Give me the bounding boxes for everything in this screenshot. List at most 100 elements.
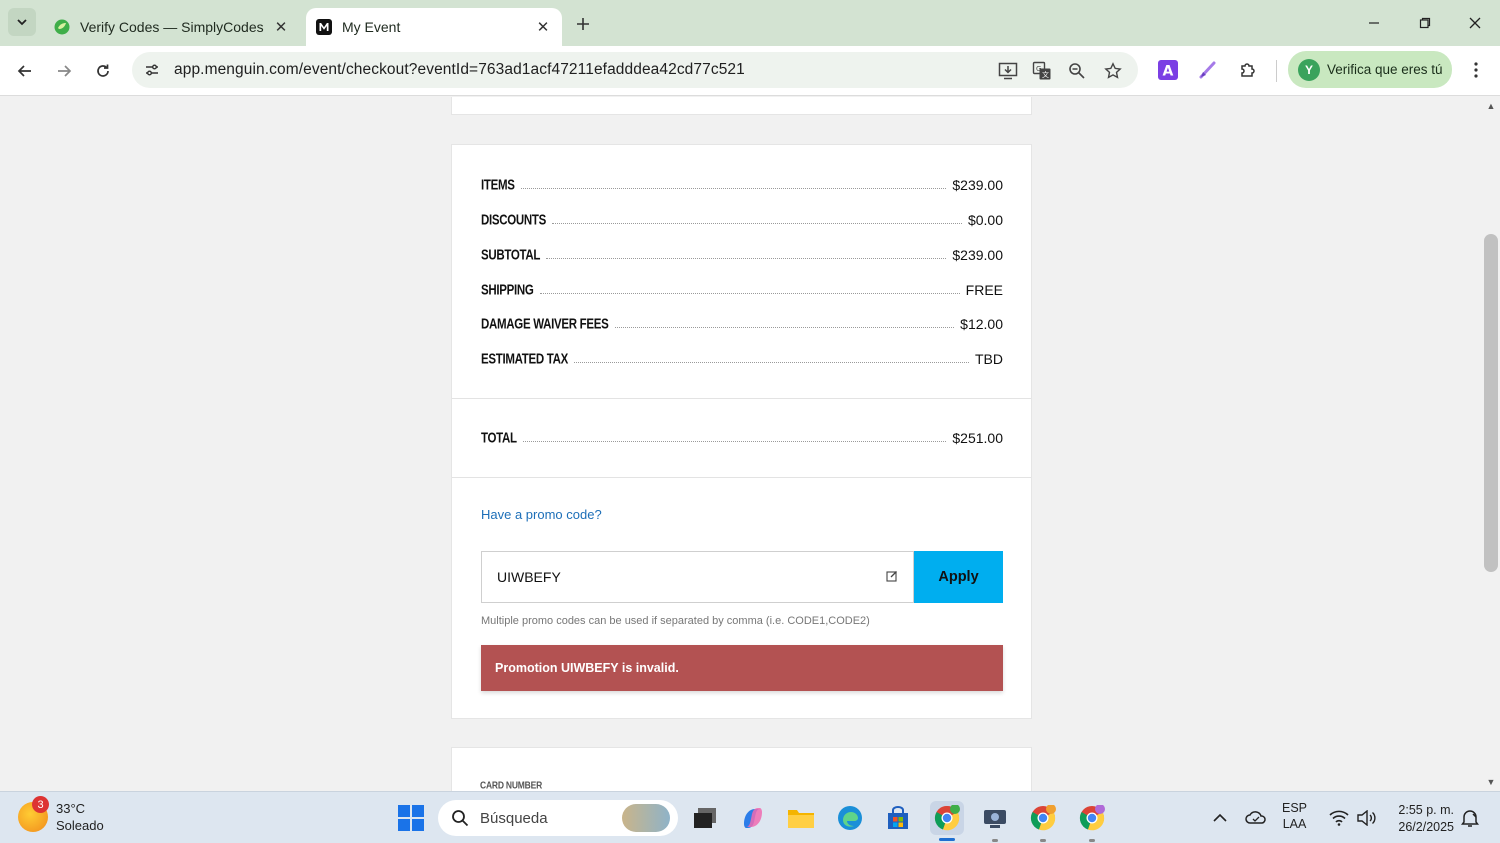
profile-button[interactable]: Y Verifica que eres tú [1288,51,1452,88]
edit-icon [885,569,899,583]
summary-row-discounts: Discounts $0.00 [481,208,1003,228]
weather-widget[interactable]: 3 33°C Soleado [18,796,104,834]
scrollbar-thumb[interactable] [1484,234,1498,572]
summary-label: Items [481,178,515,193]
search-icon [450,808,470,828]
browser-tab-strip: Verify Codes — SimplyCodes ✕ My Event ✕ [0,0,1500,46]
translate-icon[interactable]: G文 [1030,59,1054,83]
language-code: ESP [1282,801,1308,815]
back-button[interactable] [10,56,40,86]
close-icon [1469,17,1481,29]
promo-helper-text: Multiple promo codes can be used if sepa… [481,615,870,627]
running-app-indicator [992,839,998,842]
show-hidden-icons-chevron-up-icon[interactable] [1203,801,1237,835]
edge-icon[interactable] [833,801,867,835]
total-value: $251.00 [952,430,1003,446]
install-app-icon[interactable] [996,59,1020,83]
dotted-leader [539,293,960,294]
chrome-profile-3-icon[interactable] [1075,801,1109,835]
restore-icon [1419,17,1431,29]
arrow-left-icon [17,65,31,77]
tab-title: My Event [342,19,401,35]
card-number-label: Card Number [480,779,543,791]
promo-code-link[interactable]: Have a promo code? [481,507,602,522]
dotted-leader [522,441,947,442]
promo-code-value: UIWBEFY [497,569,561,585]
restore-button[interactable] [1410,8,1440,38]
scroll-up-icon[interactable]: ▲ [1484,99,1498,113]
search-highlight-image [622,804,670,832]
new-tab-button[interactable] [570,11,596,37]
plus-icon [577,18,589,30]
simplycodes-leaf-icon [54,19,70,35]
total-label: Total [481,431,517,446]
tab-search-button[interactable] [8,8,36,36]
language-indicator[interactable]: ESP LAA [1282,800,1307,832]
microsoft-store-icon[interactable] [881,801,915,835]
summary-row-estimated-tax: Estimated Tax TBD [481,347,1003,367]
bookmark-star-icon[interactable] [1101,59,1125,83]
chrome-profile-1-icon[interactable] [930,801,964,835]
running-app-indicator [1089,839,1095,842]
notification-badge: 3 [32,796,49,813]
promo-code-input[interactable]: UIWBEFY [481,551,914,603]
order-summary-card: Items $239.00 Discounts $0.00 Subtotal $… [451,144,1032,719]
chrome-profile-2-icon[interactable] [1026,801,1060,835]
summary-value: $0.00 [967,212,1003,228]
profile-label: Verifica que eres tú [1327,62,1443,77]
file-explorer-icon[interactable] [784,801,818,835]
profile-avatar: Y [1298,58,1320,81]
sun-icon: 3 [18,796,49,832]
volume-icon[interactable] [1349,801,1383,835]
dotted-leader [614,327,955,328]
site-settings-icon[interactable] [134,52,170,88]
copilot-icon[interactable] [736,801,770,835]
remote-app-icon[interactable] [978,801,1012,835]
tab-my-event[interactable]: My Event ✕ [306,8,562,46]
dotted-leader [520,188,947,189]
summary-value: $239.00 [952,247,1003,263]
address-bar[interactable]: app.menguin.com/event/checkout?eventId=7… [132,52,1138,88]
svg-text:G: G [1036,65,1041,73]
forward-button[interactable] [49,56,79,86]
summary-label: Estimated Tax [481,352,569,367]
active-app-indicator [939,838,955,841]
browser-menu-button[interactable] [1464,57,1488,83]
task-view-icon[interactable] [688,801,722,835]
close-window-button[interactable] [1460,8,1490,38]
summary-row-total: Total $251.00 [481,426,1003,446]
svg-text:文: 文 [1042,70,1049,79]
taskbar-clock[interactable]: 2:55 p. m. 26/2/2025 [1390,802,1454,836]
summary-value: $239.00 [952,177,1003,193]
summary-value: FREE [965,282,1003,298]
url-text[interactable]: app.menguin.com/event/checkout?eventId=7… [174,61,745,79]
start-button[interactable] [394,801,428,835]
summary-row-damage-waiver: Damage Waiver Fees $12.00 [481,312,1003,332]
windows-logo-icon [398,805,424,831]
minimize-icon [1369,22,1379,24]
previous-card-bottom [451,97,1032,115]
zoom-icon[interactable] [1065,59,1089,83]
summary-row-items: Items $239.00 [481,173,1003,193]
scroll-down-icon[interactable]: ▼ [1484,775,1498,789]
search-placeholder: Búsqueda [480,809,548,827]
close-tab-icon[interactable]: ✕ [532,16,554,38]
taskbar-search[interactable]: Búsqueda [438,800,678,836]
notifications-bell-icon[interactable] [1455,801,1485,835]
weather-description: Soleado [56,818,104,833]
summary-value: TBD [975,351,1003,367]
summary-label: Damage Waiver Fees [481,317,609,332]
apply-promo-button[interactable]: Apply [914,551,1003,603]
close-tab-icon[interactable]: ✕ [270,16,292,38]
extension-a-icon[interactable]: A [1155,57,1181,83]
minimize-button[interactable] [1359,8,1389,38]
extension-pen-icon[interactable] [1195,57,1221,83]
extensions-puzzle-icon[interactable] [1235,57,1261,83]
toolbar-divider [1276,60,1277,82]
dotted-leader [552,223,962,224]
reload-button[interactable] [88,56,118,86]
running-app-indicator [1040,839,1046,842]
tab-simplycodes[interactable]: Verify Codes — SimplyCodes ✕ [44,8,300,46]
more-vertical-icon [1474,62,1478,78]
onedrive-sync-icon[interactable] [1239,801,1273,835]
